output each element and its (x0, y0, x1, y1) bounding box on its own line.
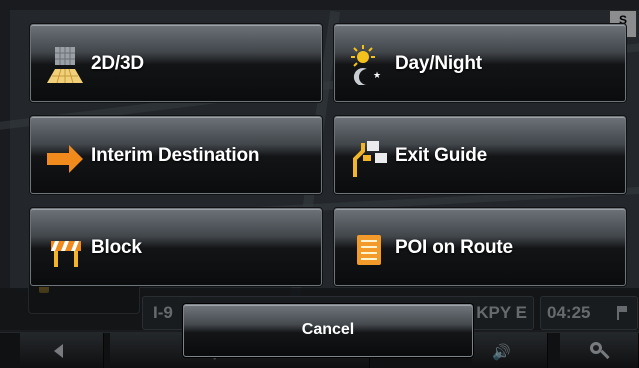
poi-on-route-button[interactable]: POI on Route (334, 208, 626, 286)
interim-destination-button[interactable]: Interim Destination (30, 116, 322, 194)
exit-guide-icon (353, 141, 387, 177)
view-2d3d-icon (47, 47, 83, 84)
svg-text:★: ★ (373, 71, 381, 81)
day-night-label: Day/Night (395, 53, 482, 74)
navigation-screen: S mi I-9 KPY E 04:25 Options 🔊 (0, 0, 639, 368)
roadblock-icon (51, 241, 81, 267)
view-2d3d-label: 2D/3D (91, 53, 144, 74)
day-night-button[interactable]: ★ Day/Night (334, 24, 626, 102)
interim-destination-label: Interim Destination (91, 145, 260, 166)
cancel-label: Cancel (301, 321, 355, 338)
block-label: Block (91, 237, 142, 258)
poi-on-route-label: POI on Route (395, 237, 513, 258)
cancel-button[interactable]: Cancel (183, 304, 473, 357)
exit-guide-label: Exit Guide (395, 145, 487, 166)
block-button[interactable]: Block (30, 208, 322, 286)
exit-guide-button[interactable]: Exit Guide (334, 116, 626, 194)
arrow-right-icon (47, 145, 83, 173)
view-2d3d-button[interactable]: 2D/3D (30, 24, 322, 102)
poi-list-icon (357, 235, 381, 265)
day-night-icon: ★ (351, 45, 381, 85)
